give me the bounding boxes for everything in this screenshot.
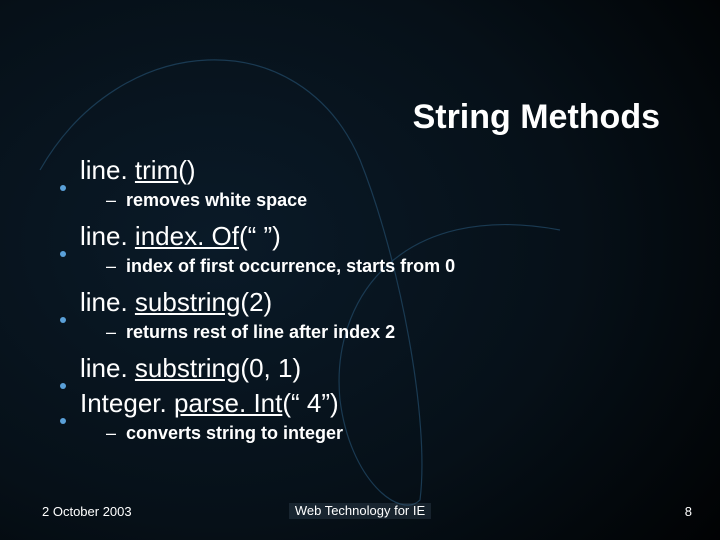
bullet-dot-icon [60,185,66,191]
bullet-indexof: line. index. Of(“ ”) [60,221,680,252]
method-suffix: () [178,155,195,185]
slide: String Methods line. trim() – removes wh… [0,0,720,540]
bullet-dot-icon [60,418,66,424]
content-area: line. trim() – removes white space line.… [60,155,680,454]
bullet-parseint: Integer. parse. Int(“ 4”) [60,388,680,419]
dash-icon: – [106,423,116,444]
method-name: substring [135,353,241,383]
method-suffix: (“ 4”) [282,388,338,418]
method-prefix: line. [80,353,135,383]
sub-text: removes white space [126,190,307,211]
method-name: substring [135,287,241,317]
bullet-text: line. trim() [80,155,196,186]
method-prefix: line. [80,155,135,185]
method-prefix: Integer. [80,388,174,418]
sub-bullet: – returns rest of line after index 2 [106,322,680,343]
method-name: parse. Int [174,388,282,418]
method-prefix: line. [80,221,135,251]
sub-text: converts string to integer [126,423,343,444]
bullet-text: line. substring(2) [80,287,272,318]
sub-bullet: – converts string to integer [106,423,680,444]
bullet-substring-2: line. substring(0, 1) [60,353,680,384]
method-suffix: (0, 1) [240,353,301,383]
sub-bullet: – index of first occurrence, starts from… [106,256,680,277]
method-suffix: (“ ”) [239,221,281,251]
sub-text: index of first occurrence, starts from 0 [126,256,455,277]
footer-page-number: 8 [685,504,692,519]
dash-icon: – [106,322,116,343]
dash-icon: – [106,256,116,277]
method-suffix: (2) [240,287,272,317]
footer-center-wrap: Web Technology for IE [0,503,720,519]
bullet-substring-1: line. substring(2) [60,287,680,318]
footer: 2 October 2003 Web Technology for IE 8 [0,500,720,522]
slide-title: String Methods [413,98,660,137]
method-name: index. Of [135,221,239,251]
bullet-dot-icon [60,317,66,323]
dash-icon: – [106,190,116,211]
method-name: trim [135,155,178,185]
footer-title: Web Technology for IE [289,503,431,519]
bullet-dot-icon [60,251,66,257]
bullet-text: line. index. Of(“ ”) [80,221,281,252]
sub-bullet: – removes white space [106,190,680,211]
method-prefix: line. [80,287,135,317]
bullet-text: line. substring(0, 1) [80,353,301,384]
sub-text: returns rest of line after index 2 [126,322,395,343]
bullet-text: Integer. parse. Int(“ 4”) [80,388,339,419]
bullet-trim: line. trim() [60,155,680,186]
bullet-dot-icon [60,383,66,389]
